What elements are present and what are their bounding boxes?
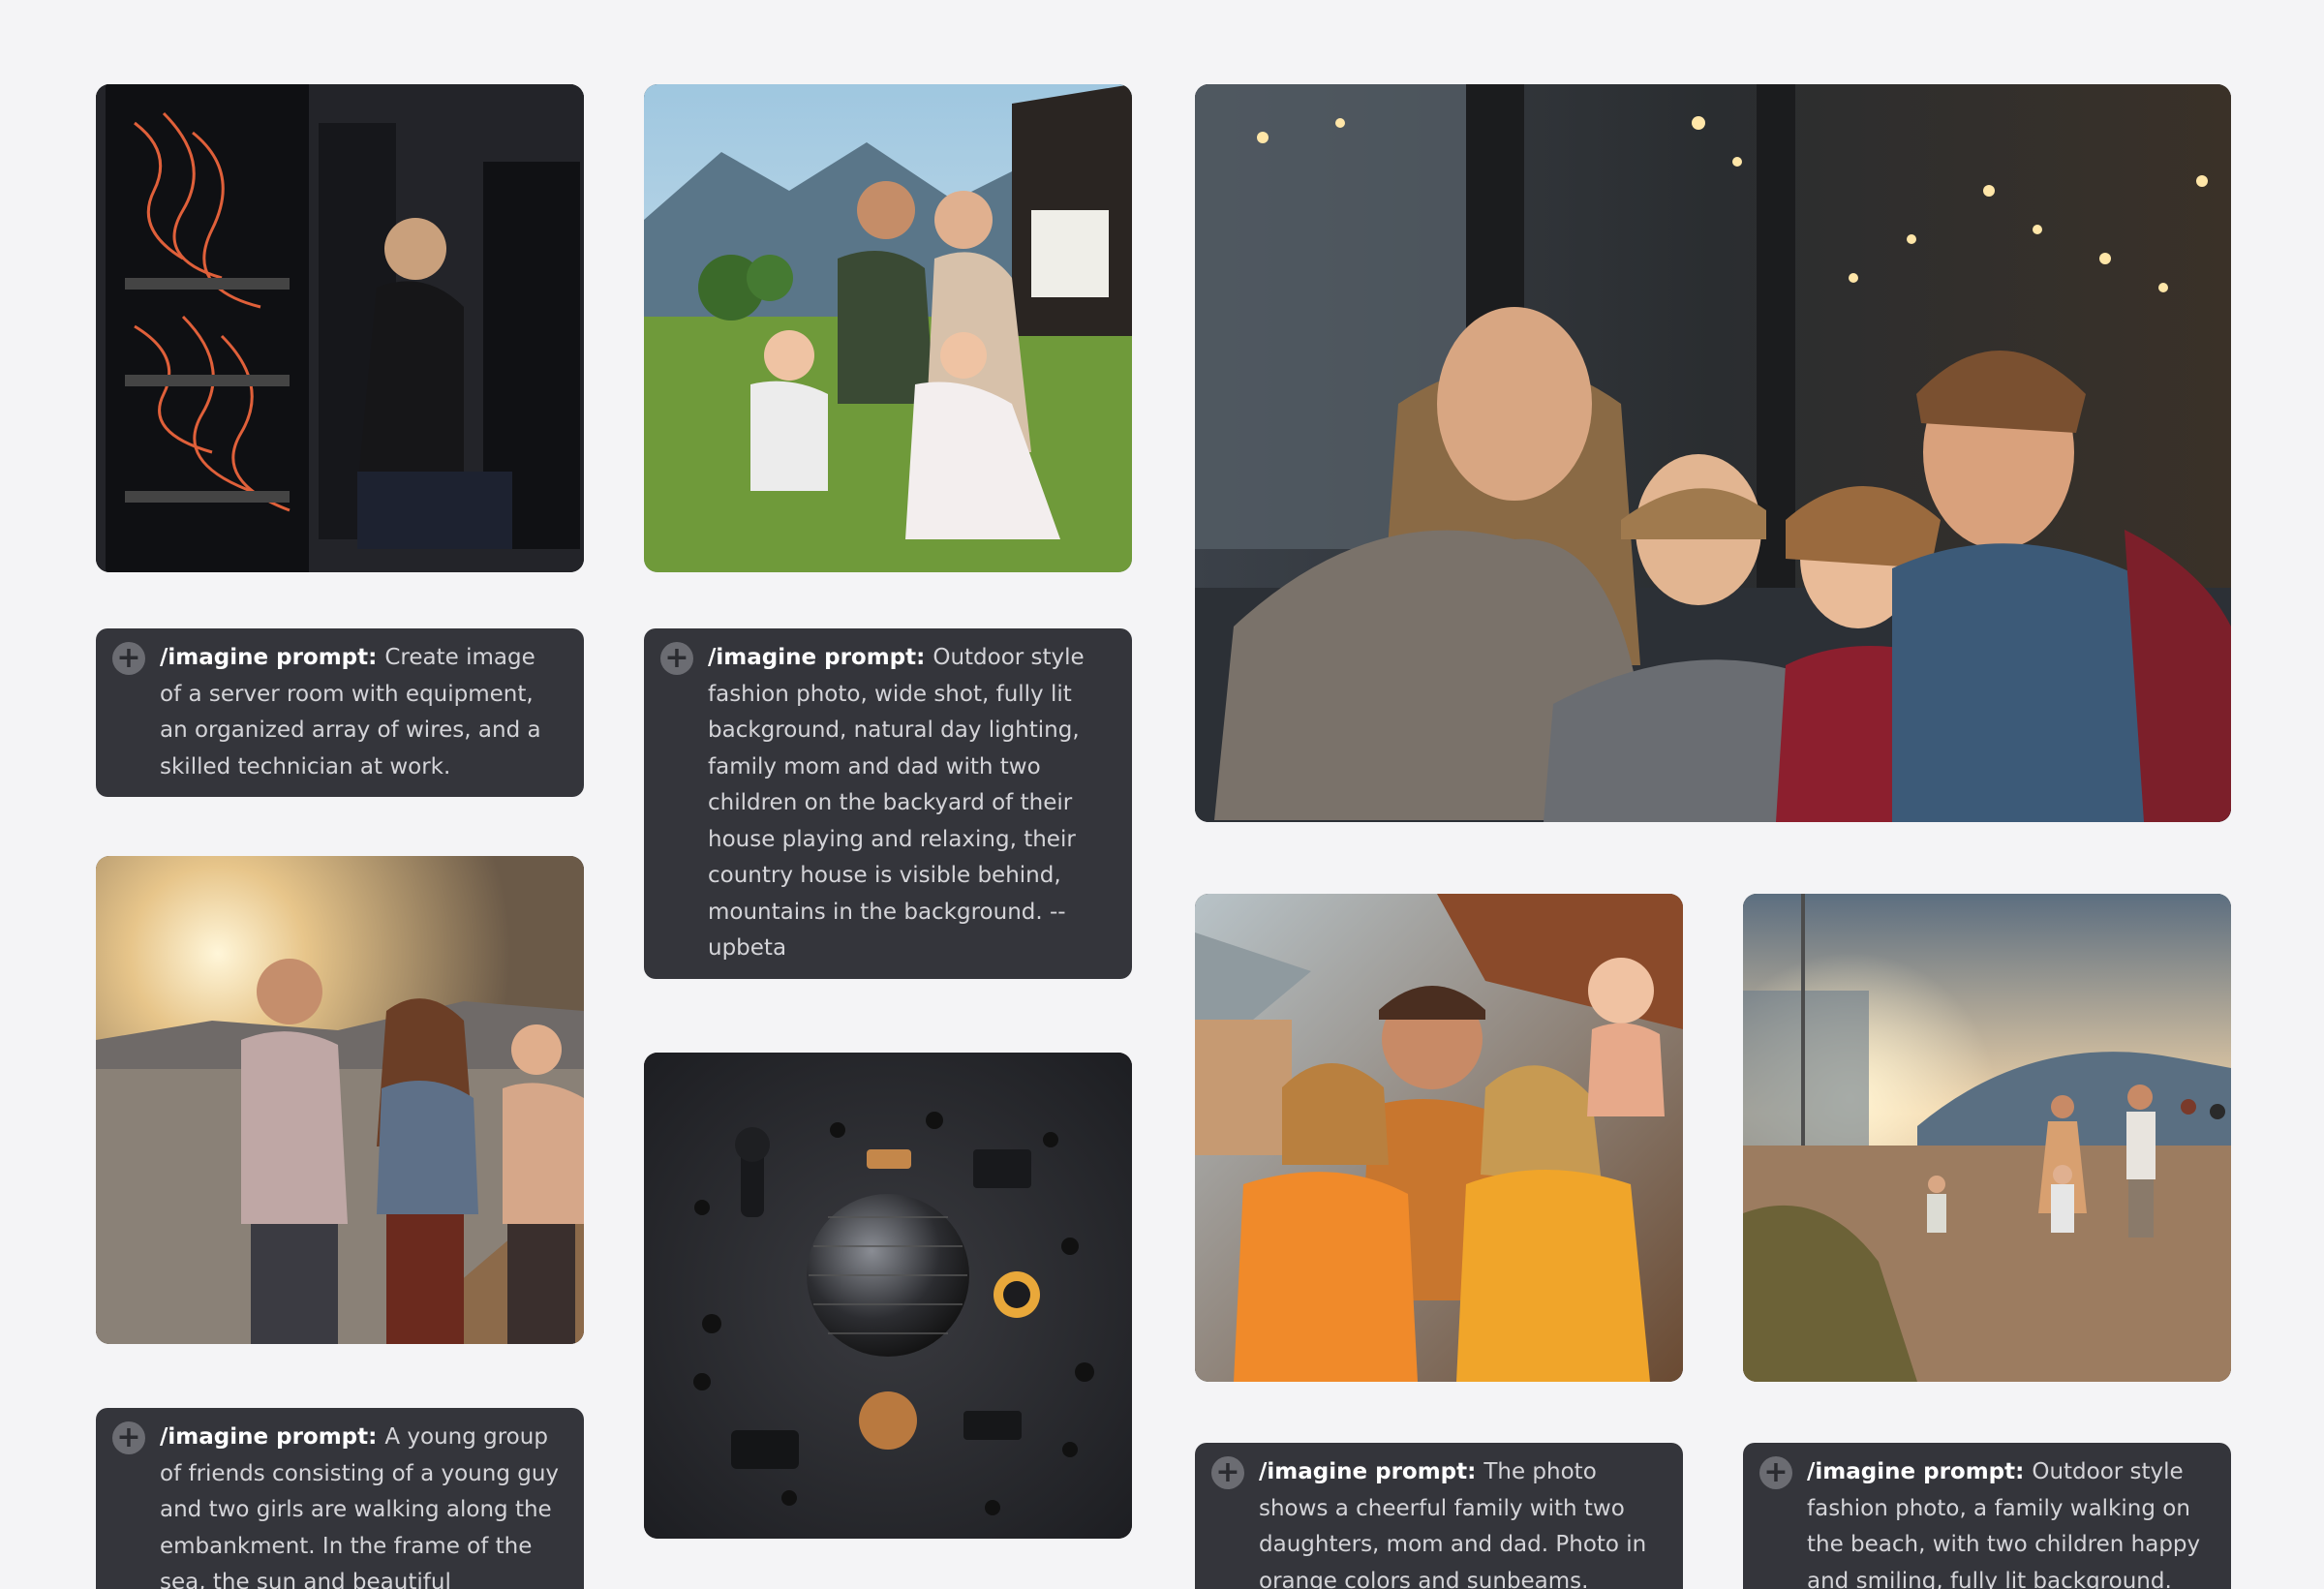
prompt-label: /imagine prompt: (160, 1424, 385, 1450)
prompt-label: /imagine prompt: (1807, 1459, 2033, 1484)
family-beach-image[interactable] (1743, 894, 2231, 1382)
prompt-card: + /imagine prompt: The photo shows a che… (1195, 1443, 1683, 1589)
plus-circle-icon[interactable]: + (660, 642, 693, 675)
prompt-label: /imagine prompt: (708, 645, 933, 670)
friends-embankment-image[interactable] (96, 856, 584, 1344)
family-backyard-image[interactable] (644, 84, 1132, 572)
prompt-text: Outdoor style fashion photo, wide shot, … (708, 645, 1085, 961)
prompt-card: + /imagine prompt: Create image of a ser… (96, 628, 584, 797)
plus-circle-icon[interactable]: + (1759, 1456, 1792, 1489)
prompt-label: /imagine prompt: (160, 645, 385, 670)
plus-circle-icon[interactable]: + (112, 1421, 145, 1454)
prompt-card: + /imagine prompt: Outdoor style fashion… (644, 628, 1132, 979)
prompt-card: + /imagine prompt: A young group of frie… (96, 1408, 584, 1589)
prompt-label: /imagine prompt: (1259, 1459, 1484, 1484)
gallery-page: + /imagine prompt: Create image of a ser… (0, 0, 2324, 1589)
server-room-image[interactable] (96, 84, 584, 572)
family-sofa-image[interactable] (1195, 84, 2231, 822)
gadgets-knolling-image[interactable] (644, 1053, 1132, 1539)
prompt-card: + /imagine prompt: Outdoor style fashion… (1743, 1443, 2231, 1589)
family-orange-image[interactable] (1195, 894, 1683, 1382)
plus-circle-icon[interactable]: + (112, 642, 145, 675)
plus-circle-icon[interactable]: + (1211, 1456, 1244, 1489)
